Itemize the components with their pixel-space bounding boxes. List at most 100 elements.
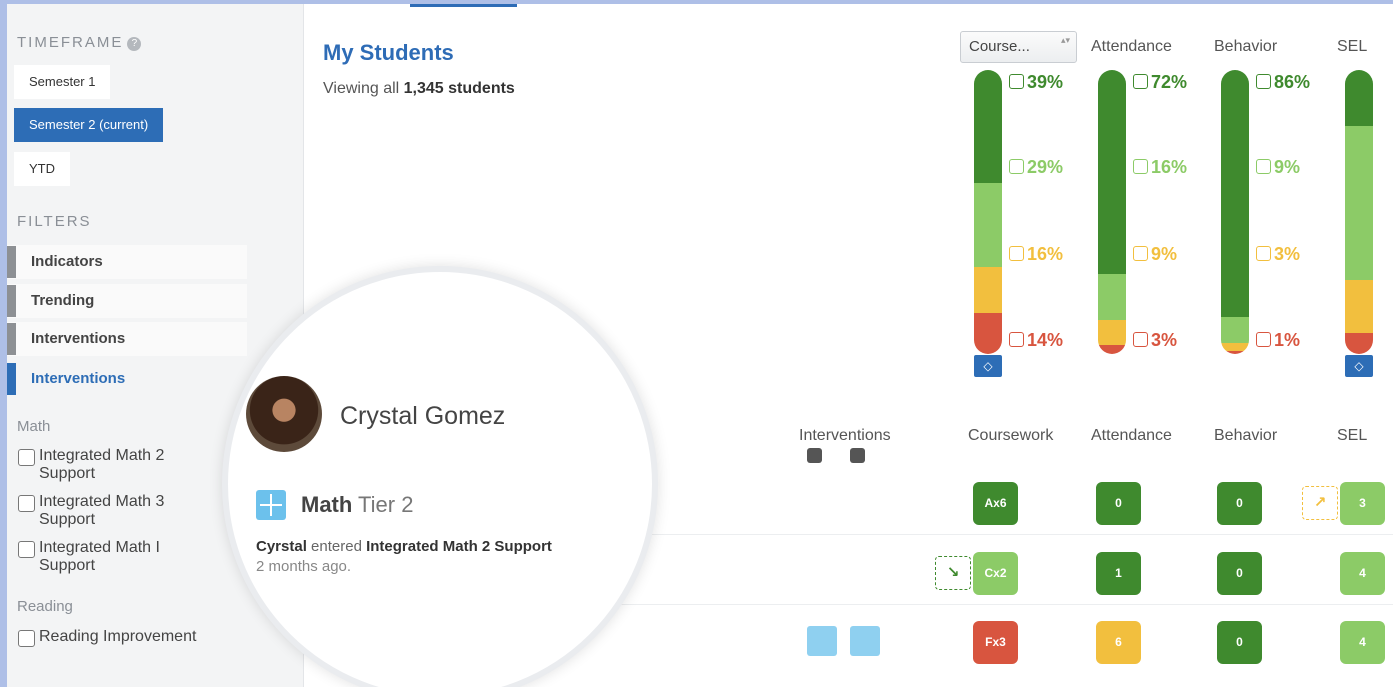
percent-checkbox[interactable] bbox=[1133, 246, 1148, 261]
filter-interventions[interactable]: Interventions bbox=[7, 322, 247, 356]
course-view-button[interactable]: ◇ bbox=[974, 355, 1002, 377]
avatar bbox=[246, 376, 322, 452]
math-intervention-icon[interactable] bbox=[807, 626, 837, 656]
math-intervention-icon bbox=[807, 448, 822, 463]
page-subtitle: Viewing all 1,345 students bbox=[323, 80, 515, 97]
checkbox[interactable] bbox=[18, 495, 35, 512]
percent-checkbox[interactable] bbox=[1133, 159, 1148, 174]
page-title: My Students bbox=[323, 40, 454, 65]
active-tab-indicator bbox=[410, 4, 517, 7]
group-label-reading: Reading bbox=[17, 598, 73, 615]
coursework-score-cell[interactable]: Fx3 bbox=[973, 621, 1018, 664]
summary-bar-course bbox=[974, 70, 1002, 354]
bar-segment bbox=[1221, 316, 1249, 343]
percent-checkbox[interactable] bbox=[1009, 159, 1024, 174]
checkbox-row[interactable]: Integrated Math I Support bbox=[18, 539, 218, 575]
reading-intervention-icon bbox=[850, 448, 865, 463]
filter-indicators[interactable]: Indicators bbox=[7, 245, 247, 279]
trend-arrow-icon: ↗ bbox=[1302, 486, 1338, 520]
bar-segment bbox=[1221, 70, 1249, 317]
bar-segment bbox=[1098, 274, 1126, 320]
timeframe-semester-2-button[interactable]: Semester 2 (current) bbox=[14, 108, 164, 142]
summary-percent-label[interactable]: 3% bbox=[1256, 244, 1300, 265]
behavior-score-cell[interactable]: 0 bbox=[1217, 621, 1262, 664]
bar-segment bbox=[1221, 342, 1249, 352]
summary-percent-label[interactable]: 3% bbox=[1133, 330, 1177, 351]
filter-tab-handle bbox=[7, 246, 16, 278]
summary-percent-label[interactable]: 1% bbox=[1256, 330, 1300, 351]
percent-checkbox[interactable] bbox=[1133, 332, 1148, 347]
bar-segment bbox=[1345, 126, 1373, 281]
summary-percent-label[interactable]: 16% bbox=[1009, 244, 1063, 265]
bar-segment bbox=[974, 70, 1002, 184]
percent-checkbox[interactable] bbox=[1256, 332, 1271, 347]
trend-arrow-icon: ↘ bbox=[935, 556, 971, 590]
checkbox-row[interactable]: Integrated Math 2 Support bbox=[18, 447, 218, 483]
bar-segment bbox=[1345, 333, 1373, 354]
summary-percent-label[interactable]: 9% bbox=[1133, 244, 1177, 265]
sel-score-cell[interactable]: 4 bbox=[1340, 621, 1385, 664]
timeframe-semester-1-button[interactable]: Semester 1 bbox=[14, 65, 111, 99]
attendance-score-cell[interactable]: 6 bbox=[1096, 621, 1141, 664]
behavior-score-cell[interactable]: 0 bbox=[1217, 482, 1262, 525]
reading-intervention-icon[interactable] bbox=[850, 626, 880, 656]
bar-segment bbox=[1345, 280, 1373, 334]
filter-trending[interactable]: Trending bbox=[7, 284, 247, 318]
summary-percent-label[interactable]: 9% bbox=[1256, 157, 1300, 178]
table-header-sel: SEL bbox=[1337, 427, 1368, 444]
timeframe-title: TIMEFRAME? bbox=[17, 34, 142, 51]
app-window: TIMEFRAME? Semester 1 Semester 2 (curren… bbox=[7, 4, 1393, 687]
bar-segment bbox=[974, 267, 1002, 314]
group-label-math: Math bbox=[17, 418, 51, 435]
summary-bar-sel bbox=[1345, 70, 1373, 354]
coursework-score-cell[interactable]: Ax6 bbox=[973, 482, 1018, 525]
student-magnifier-callout: Crystal Gomez Math Tier 2 Cyrstal entere… bbox=[222, 266, 658, 687]
summary-header-sel: SEL bbox=[1337, 38, 1368, 55]
help-icon[interactable]: ? bbox=[127, 37, 142, 51]
intervention-timestamp: 2 months ago. bbox=[256, 558, 352, 575]
sel-score-cell[interactable]: 3 bbox=[1340, 482, 1385, 525]
percent-checkbox[interactable] bbox=[1133, 74, 1148, 89]
summary-header-behavior: Behavior bbox=[1214, 38, 1278, 55]
checkbox-row[interactable]: Reading Improvement bbox=[18, 628, 218, 647]
intervention-subject: Math Tier 2 bbox=[301, 492, 414, 517]
bar-segment bbox=[1098, 319, 1126, 346]
table-header-attendance: Attendance bbox=[1091, 427, 1172, 444]
bar-segment bbox=[1098, 345, 1126, 354]
coursework-score-cell[interactable]: Cx2 bbox=[973, 552, 1018, 595]
sel-score-cell[interactable]: 4 bbox=[1340, 552, 1385, 595]
checkbox[interactable] bbox=[18, 630, 35, 647]
checkbox[interactable] bbox=[18, 449, 35, 466]
attendance-score-cell[interactable]: 0 bbox=[1096, 482, 1141, 525]
percent-checkbox[interactable] bbox=[1256, 246, 1271, 261]
checkbox[interactable] bbox=[18, 541, 35, 558]
filter-tab-handle bbox=[7, 285, 16, 317]
summary-percent-label[interactable]: 86% bbox=[1256, 72, 1310, 93]
summary-percent-label[interactable]: 14% bbox=[1009, 330, 1063, 351]
percent-checkbox[interactable] bbox=[1009, 332, 1024, 347]
summary-percent-label[interactable]: 29% bbox=[1009, 157, 1063, 178]
table-header-behavior: Behavior bbox=[1214, 427, 1278, 444]
checkbox-row[interactable]: Integrated Math 3 Support bbox=[18, 493, 218, 529]
bar-segment bbox=[1345, 70, 1373, 127]
attendance-score-cell[interactable]: 1 bbox=[1096, 552, 1141, 595]
course-select[interactable]: Course... ▴▾ bbox=[960, 31, 1077, 63]
summary-percent-label[interactable]: 72% bbox=[1133, 72, 1187, 93]
calculator-icon bbox=[256, 490, 286, 520]
timeframe-ytd-button[interactable]: YTD bbox=[14, 152, 70, 186]
student-name[interactable]: Crystal Gomez bbox=[340, 402, 505, 431]
summary-percent-label[interactable]: 39% bbox=[1009, 72, 1063, 93]
percent-checkbox[interactable] bbox=[1256, 74, 1271, 89]
filter-interventions-active[interactable]: Interventions bbox=[7, 362, 247, 396]
percent-checkbox[interactable] bbox=[1009, 246, 1024, 261]
percent-checkbox[interactable] bbox=[1009, 74, 1024, 89]
behavior-score-cell[interactable]: 0 bbox=[1217, 552, 1262, 595]
percent-checkbox[interactable] bbox=[1256, 159, 1271, 174]
bar-segment bbox=[1221, 351, 1249, 354]
filters-title: FILTERS bbox=[17, 213, 92, 230]
summary-percent-label[interactable]: 16% bbox=[1133, 157, 1187, 178]
sel-view-button[interactable]: ◇ bbox=[1345, 355, 1373, 377]
intervention-description: Cyrstal entered Integrated Math 2 Suppor… bbox=[256, 538, 552, 555]
summary-header-attendance: Attendance bbox=[1091, 38, 1172, 55]
bar-segment bbox=[974, 183, 1002, 268]
